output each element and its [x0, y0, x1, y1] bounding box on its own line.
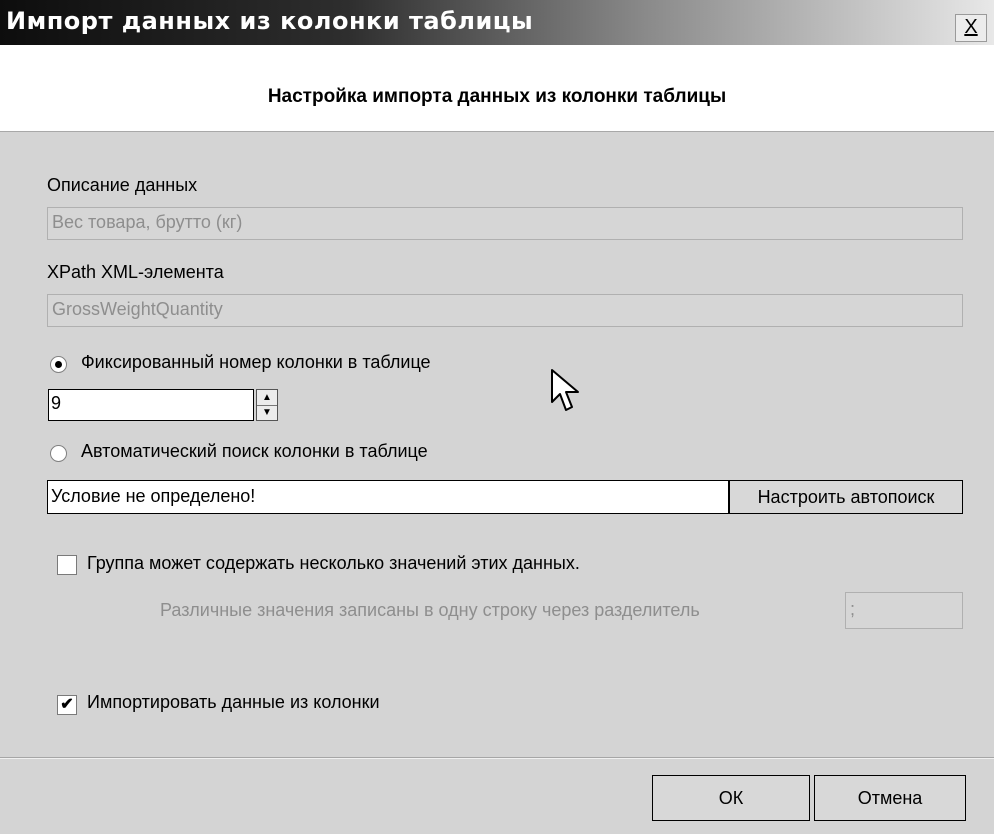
- ok-button[interactable]: ОК: [652, 775, 810, 821]
- xpath-label: XPath XML-элемента: [47, 262, 224, 282]
- fixed-column-radio[interactable]: [50, 356, 67, 373]
- mouse-cursor-icon: [551, 369, 579, 411]
- header-panel: Настройка импорта данных из колонки табл…: [0, 45, 994, 132]
- close-icon: X: [964, 16, 978, 38]
- condition-field[interactable]: Условие не определено!: [47, 480, 729, 514]
- column-number-spinner[interactable]: ▲ ▼: [256, 389, 278, 421]
- title-bar[interactable]: Импорт данных из колонки таблицы X: [0, 0, 994, 45]
- close-button[interactable]: X: [955, 14, 987, 42]
- spin-up-icon[interactable]: ▲: [257, 390, 277, 406]
- checkmark-icon: ✔: [60, 696, 74, 713]
- column-number-input[interactable]: 9: [48, 389, 254, 421]
- configure-autosearch-button[interactable]: Настроить автопоиск: [729, 480, 963, 514]
- auto-search-radio[interactable]: [50, 445, 67, 462]
- fixed-column-label[interactable]: Фиксированный номер колонки в таблице: [81, 352, 431, 373]
- description-label: Описание данных: [47, 175, 198, 195]
- cancel-button[interactable]: Отмена: [814, 775, 966, 821]
- import-checkbox[interactable]: ✔: [57, 695, 77, 715]
- separator-label: Различные значения записаны в одну строк…: [160, 600, 700, 620]
- auto-search-label[interactable]: Автоматический поиск колонки в таблице: [81, 441, 428, 462]
- description-field: Вес товара, брутто (кг): [47, 207, 963, 240]
- import-label[interactable]: Импортировать данные из колонки: [87, 692, 380, 713]
- multi-value-label[interactable]: Группа может содержать несколько значени…: [87, 553, 580, 574]
- dialog-heading: Настройка импорта данных из колонки табл…: [267, 86, 727, 107]
- window-title: Импорт данных из колонки таблицы: [6, 7, 534, 35]
- multi-value-checkbox[interactable]: [57, 555, 77, 575]
- xpath-field: GrossWeightQuantity: [47, 294, 963, 327]
- separator-field: ;: [845, 592, 963, 629]
- spin-down-icon[interactable]: ▼: [257, 405, 277, 420]
- footer-divider: [0, 757, 994, 759]
